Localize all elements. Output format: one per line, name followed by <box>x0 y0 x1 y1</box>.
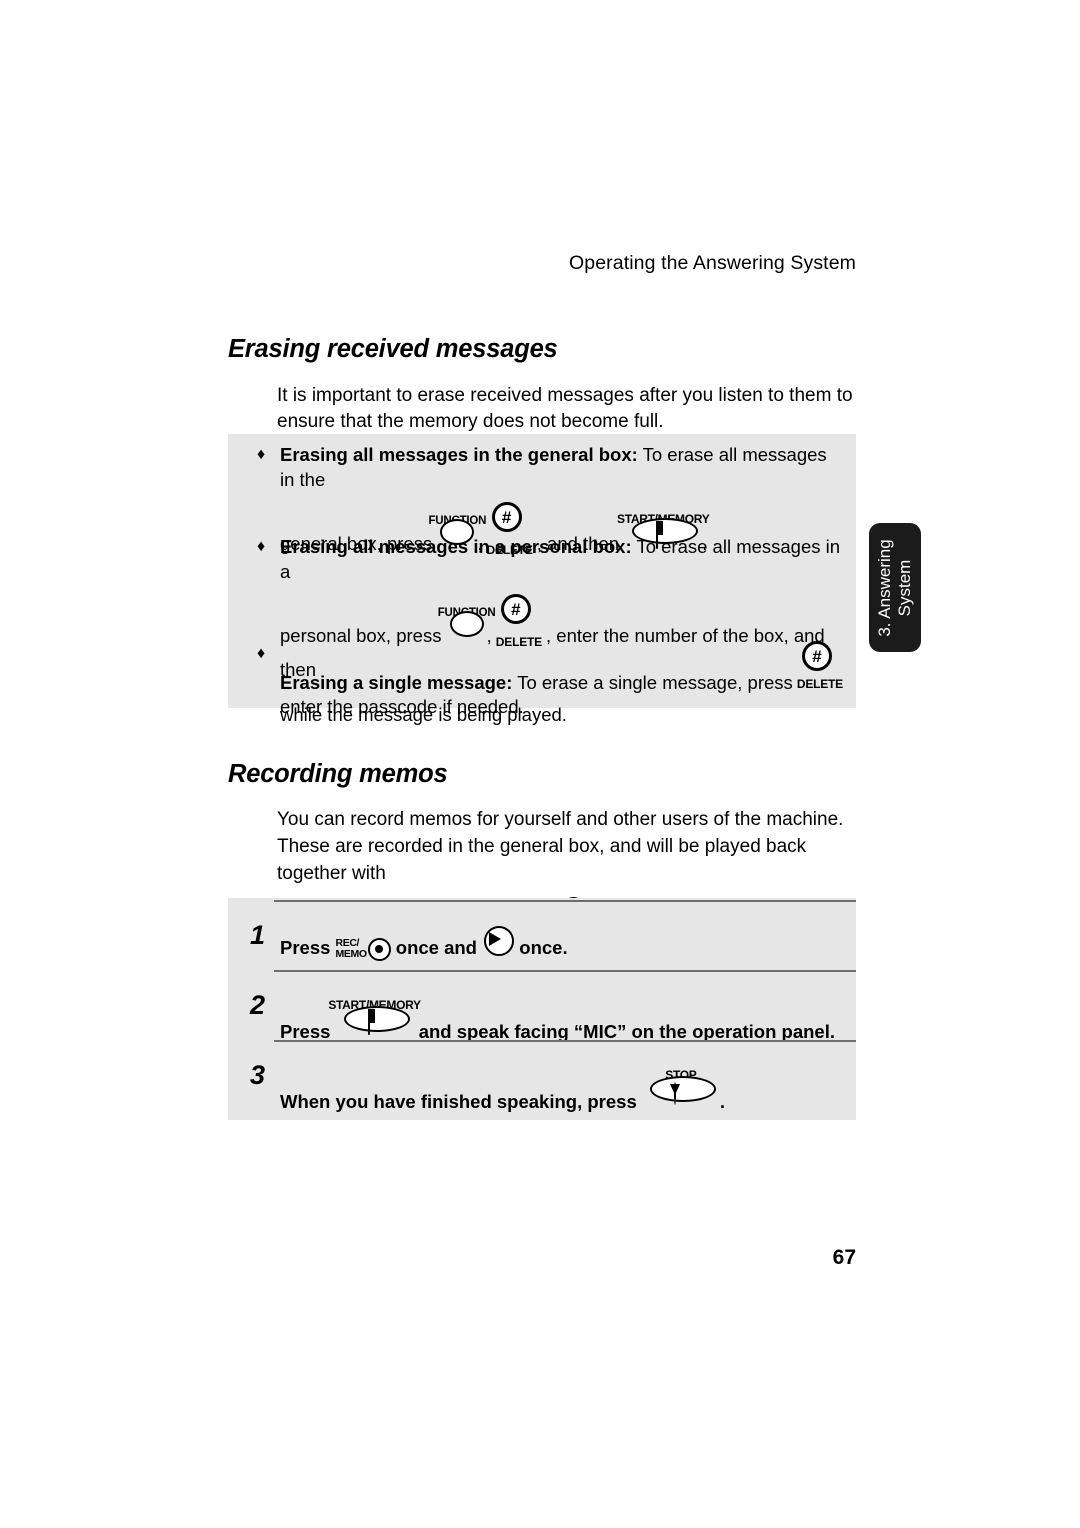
memos-para-line2: are recorded in the general box, and wil… <box>277 836 807 884</box>
play-key-icon[interactable] <box>482 924 515 956</box>
step-number: 2 <box>250 990 266 1020</box>
chapter-side-tab: 3. Answering System <box>869 523 921 652</box>
function-key-shape <box>449 611 484 637</box>
recording-steps-panel: 1 Press REC/ MEMO once and once. 2 Press… <box>228 898 856 1120</box>
chapter-side-tab-label: 3. Answering System <box>875 539 915 636</box>
erasing-instructions-panel: ♦ Erasing all messages in the general bo… <box>228 434 856 725</box>
page-number: 67 <box>832 1246 856 1269</box>
rec-memo-key-caption: REC/ MEMO <box>335 937 367 961</box>
side-tab-line2: System <box>895 559 914 616</box>
start-memory-glyph <box>367 1009 382 1035</box>
manual-page: Operating the Answering System Erasing r… <box>0 0 1080 1528</box>
step-text: Press REC/ MEMO once and once. <box>280 924 850 963</box>
function-key-icon[interactable]: FUNCTION <box>438 598 496 642</box>
section-heading-recording: Recording memos <box>228 760 448 788</box>
diamond-bullet-icon: ♦ <box>257 645 266 662</box>
rec-memo-key-icon[interactable]: REC/ MEMO <box>335 933 391 961</box>
step-divider <box>274 970 856 972</box>
delete-key-icon[interactable]: # DELETE <box>797 641 843 691</box>
delete-key-glyph: # <box>500 594 531 624</box>
step-text-a: Press <box>280 1021 331 1042</box>
step-text-a: When you have finished speaking, press <box>280 1091 637 1112</box>
play-triangle-icon <box>489 932 502 946</box>
delete-key-caption: DELETE <box>796 677 843 691</box>
start-memory-glyph <box>656 521 670 549</box>
step-number: 1 <box>250 920 266 950</box>
side-tab-line1: 3. Answering <box>875 538 894 637</box>
section-heading-erasing: Erasing received messages <box>228 335 558 363</box>
step-text-a: Press <box>280 937 331 958</box>
step-row: 3 When you have finished speaking, press… <box>228 1040 856 1112</box>
step-text-b: and speak facing “MIC” on the operation … <box>418 1021 835 1042</box>
bullet-text-b: while the message is being played. <box>280 704 567 725</box>
delete-key-icon[interactable]: # DELETE <box>496 594 542 649</box>
diamond-bullet-icon: ♦ <box>257 538 266 555</box>
bullet-title: Erasing all messages in the general box: <box>280 444 638 465</box>
erasing-intro-paragraph: It is important to erase received messag… <box>277 385 853 432</box>
bullet-title: Erasing a single message: <box>280 672 513 693</box>
running-header: Operating the Answering System <box>569 252 856 274</box>
step-divider <box>274 1040 856 1042</box>
step-row: 2 Press START/MEMORY and speak facing “M… <box>228 970 856 1042</box>
bullet-title: Erasing all messages in a personal box: <box>280 536 632 557</box>
rec-memo-key-shape <box>367 937 391 961</box>
delete-key-glyph: # <box>491 502 522 532</box>
diamond-bullet-icon: ♦ <box>257 446 266 463</box>
stop-key-icon[interactable]: STOP <box>642 1064 720 1108</box>
stop-glyph <box>673 1079 688 1105</box>
step-text-b: once and <box>395 937 477 958</box>
bullet-erasing-single-message: ♦ Erasing a single message: To erase a s… <box>257 641 843 729</box>
step-text: When you have finished speaking, press S… <box>280 1064 850 1117</box>
step-row: 1 Press REC/ MEMO once and once. <box>228 900 856 970</box>
bullet-lead: To erase a single message, press <box>512 672 793 693</box>
delete-key-glyph: # <box>801 641 832 671</box>
step-text-c: once. <box>519 937 568 958</box>
step-number: 3 <box>250 1060 266 1090</box>
start-memory-key-icon[interactable]: START/MEMORY <box>328 994 421 1038</box>
step-divider <box>274 900 856 902</box>
step-text-b: . <box>719 1091 726 1112</box>
